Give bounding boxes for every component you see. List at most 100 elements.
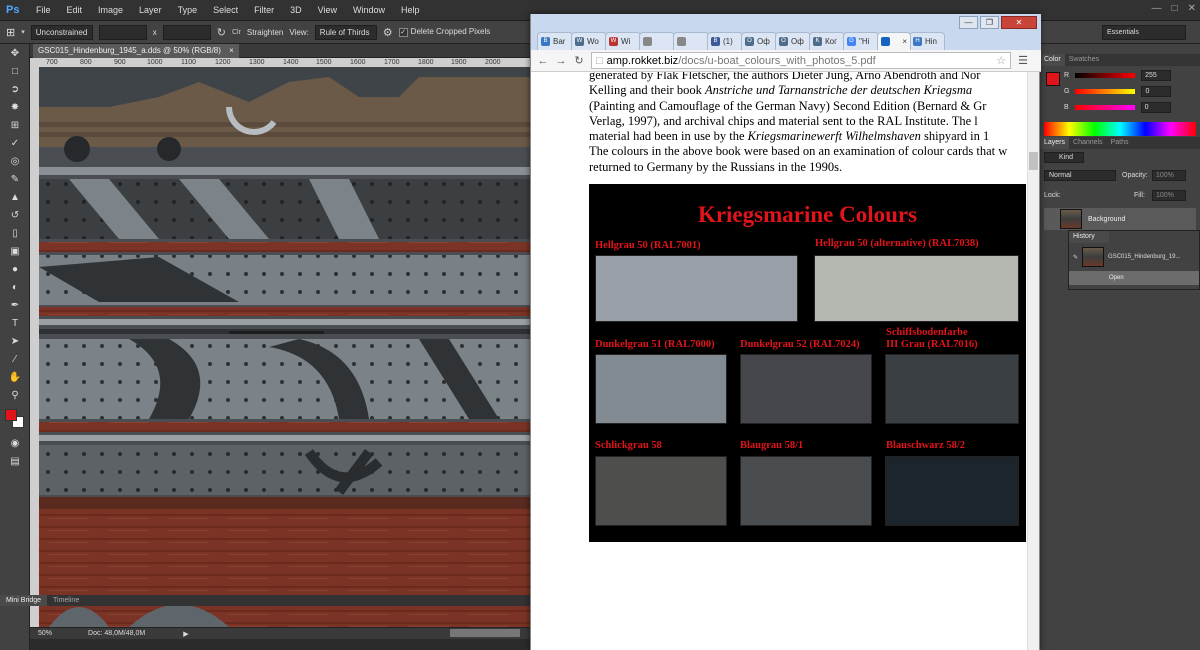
gradient-tool-icon[interactable]: ▣: [0, 242, 30, 260]
browser-tab[interactable]: B Bar: [537, 32, 573, 50]
healing-brush-icon[interactable]: ◎: [0, 152, 30, 170]
gear-icon[interactable]: ⚙: [383, 26, 393, 39]
browser-tab[interactable]: O Оф: [741, 32, 777, 50]
back-icon[interactable]: ←: [537, 55, 549, 67]
reload-icon[interactable]: ↻: [573, 54, 585, 67]
brush-tool-icon[interactable]: ✎: [0, 170, 30, 188]
history-step-open[interactable]: Open: [1069, 271, 1199, 285]
tab-layers[interactable]: Layers: [1040, 137, 1070, 149]
minimize-icon[interactable]: —: [1152, 3, 1162, 14]
green-value[interactable]: 0: [1141, 86, 1172, 97]
close-icon[interactable]: ✕: [1001, 16, 1037, 29]
tab-paths[interactable]: Paths: [1107, 137, 1133, 149]
foreground-color-swatch[interactable]: [5, 409, 17, 421]
layer-filter-select[interactable]: Kind: [1044, 152, 1084, 163]
crop-height-field[interactable]: [162, 24, 211, 40]
zoom-level[interactable]: 50%: [38, 630, 52, 637]
menu-view[interactable]: View: [310, 0, 345, 21]
crop-tool-icon[interactable]: ⊞: [0, 116, 30, 134]
layer-row[interactable]: Background: [1044, 208, 1196, 230]
chevron-down-icon[interactable]: ▾: [21, 28, 25, 36]
vertical-scrollbar[interactable]: [1027, 72, 1039, 650]
maximize-icon[interactable]: □: [1172, 3, 1178, 14]
tab-channels[interactable]: Channels: [1069, 137, 1107, 149]
menu-select[interactable]: Select: [205, 0, 246, 21]
url-input[interactable]: □ amp.rokket.biz/docs/u-boat_colours_wit…: [591, 52, 1011, 69]
browser-tab[interactable]: [673, 32, 709, 50]
forward-icon[interactable]: →: [555, 55, 567, 67]
blend-mode-select[interactable]: Normal: [1044, 170, 1116, 181]
menu-file[interactable]: File: [28, 0, 59, 21]
document-tab[interactable]: GSC015_Hindenburg_1945_a.dds @ 50% (RGB/…: [33, 44, 239, 58]
browser-tab[interactable]: O Оф: [775, 32, 811, 50]
browser-tab[interactable]: W Wo: [571, 32, 607, 50]
quick-mask-icon[interactable]: ◉: [0, 434, 30, 452]
tab-mini-bridge[interactable]: Mini Bridge: [0, 595, 48, 606]
color-swatches[interactable]: [0, 404, 30, 434]
view-overlay-select[interactable]: Rule of Thirds: [314, 24, 377, 40]
minimize-icon[interactable]: —: [959, 16, 978, 29]
blue-slider[interactable]: [1074, 105, 1135, 110]
browser-tab[interactable]: B (1): [707, 32, 743, 50]
history-brush-icon[interactable]: ↺: [0, 206, 30, 224]
hand-tool-icon[interactable]: ✋: [0, 368, 30, 386]
browser-tab[interactable]: W Wi: [605, 32, 641, 50]
browser-tab[interactable]: [639, 32, 675, 50]
clear-button[interactable]: Clr: [232, 29, 241, 36]
color-spectrum[interactable]: [1044, 122, 1196, 136]
browser-tab[interactable]: H Hin: [909, 32, 945, 50]
tab-color[interactable]: Color: [1040, 54, 1065, 66]
bookmark-star-icon[interactable]: ☆: [996, 54, 1006, 67]
scrollbar-thumb[interactable]: [1029, 152, 1038, 170]
lasso-tool-icon[interactable]: ➲: [0, 80, 30, 98]
foreground-color-swatch[interactable]: [1046, 72, 1060, 86]
screen-mode-icon[interactable]: ▤: [0, 452, 30, 470]
green-slider[interactable]: [1075, 89, 1136, 94]
red-slider[interactable]: [1075, 73, 1136, 78]
menu-filter[interactable]: Filter: [246, 0, 282, 21]
blue-value[interactable]: 0: [1140, 102, 1171, 113]
menu-image[interactable]: Image: [90, 0, 131, 21]
type-tool-icon[interactable]: T: [0, 314, 30, 332]
image-canvas[interactable]: [39, 67, 530, 627]
history-panel-title[interactable]: History: [1069, 231, 1109, 243]
quick-select-icon[interactable]: ✸: [0, 98, 30, 116]
close-icon[interactable]: ×: [229, 46, 234, 55]
tab-swatches[interactable]: Swatches: [1065, 54, 1103, 66]
straighten-button[interactable]: Straighten: [247, 28, 283, 37]
zoom-tool-icon[interactable]: ⚲: [0, 386, 30, 404]
restore-icon[interactable]: ❐: [980, 16, 999, 29]
dodge-tool-icon[interactable]: ◐: [0, 278, 30, 296]
browser-tab[interactable]: K Ког: [809, 32, 845, 50]
line-tool-icon[interactable]: ∕: [0, 350, 30, 368]
blur-tool-icon[interactable]: ●: [0, 260, 30, 278]
menu-icon[interactable]: ☰: [1017, 54, 1029, 67]
eyedropper-icon[interactable]: ✓: [0, 134, 30, 152]
close-icon[interactable]: ✕: [1188, 3, 1196, 14]
delete-cropped-checkbox[interactable]: ✓ Delete Cropped Pixels: [398, 27, 490, 37]
move-tool-icon[interactable]: ✥: [0, 44, 30, 62]
workspace-select[interactable]: Essentials: [1102, 25, 1186, 40]
play-icon[interactable]: ▶: [183, 630, 188, 638]
browser-tab[interactable]: ×: [877, 32, 911, 50]
tab-timeline[interactable]: Timeline: [47, 595, 85, 606]
fill-field[interactable]: 100%: [1152, 190, 1186, 201]
menu-edit[interactable]: Edit: [59, 0, 91, 21]
menu-layer[interactable]: Layer: [131, 0, 170, 21]
crop-preset-select[interactable]: Unconstrained: [30, 24, 93, 40]
opacity-field[interactable]: 100%: [1152, 170, 1186, 181]
menu-3d[interactable]: 3D: [282, 0, 310, 21]
menu-type[interactable]: Type: [170, 0, 206, 21]
swap-icon[interactable]: ↻: [217, 26, 226, 39]
menu-window[interactable]: Window: [345, 0, 393, 21]
browser-tab[interactable]: G "Hi: [843, 32, 879, 50]
path-select-icon[interactable]: ➤: [0, 332, 30, 350]
horizontal-scrollbar[interactable]: [450, 629, 520, 637]
marquee-tool-icon[interactable]: □: [0, 62, 30, 80]
pen-tool-icon[interactable]: ✒: [0, 296, 30, 314]
menu-help[interactable]: Help: [393, 0, 428, 21]
crop-tool-icon[interactable]: ⊞: [6, 26, 15, 39]
history-snapshot[interactable]: ✎ GSC015_Hindenburg_19...: [1069, 245, 1199, 269]
crop-width-field[interactable]: [98, 24, 147, 40]
close-tab-icon[interactable]: ×: [902, 37, 907, 46]
